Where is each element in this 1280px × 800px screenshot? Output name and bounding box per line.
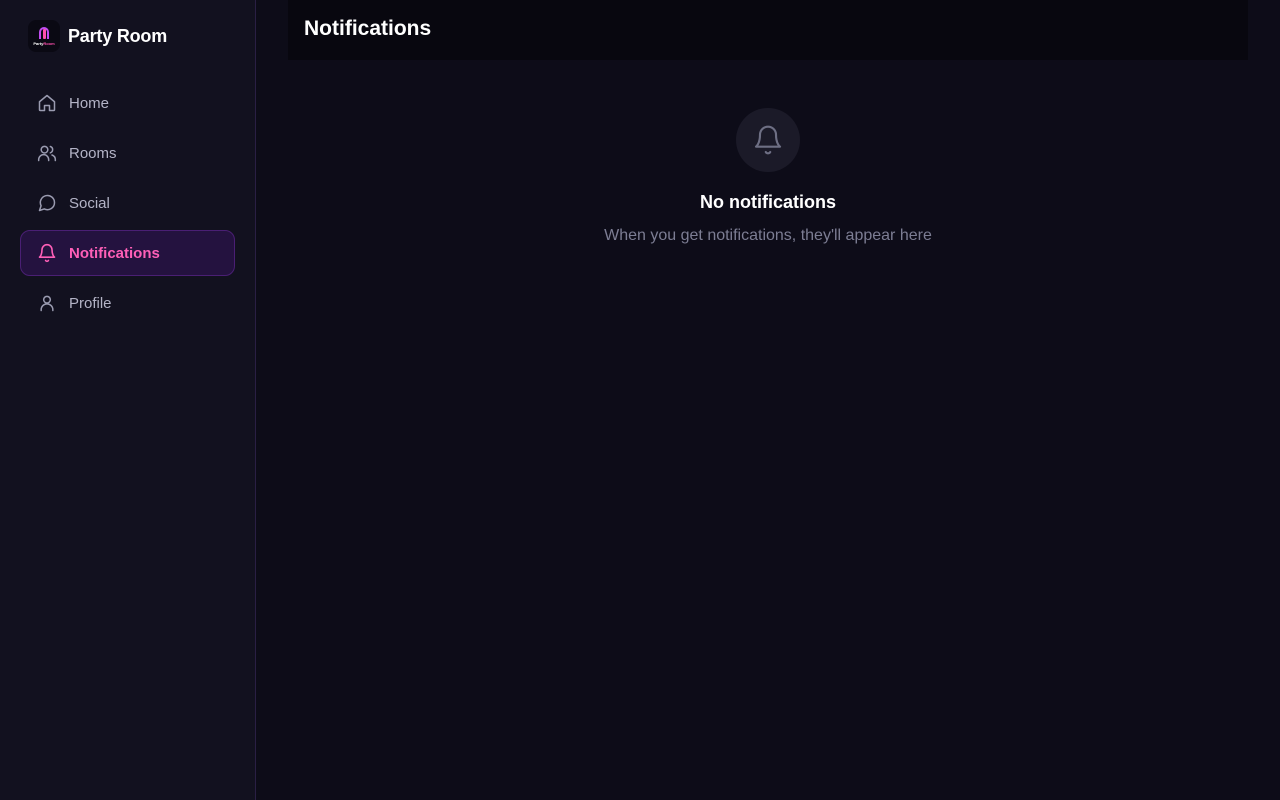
page-header: Notifications xyxy=(288,0,1248,60)
sidebar-item-label: Social xyxy=(69,194,110,212)
empty-state-icon-circle xyxy=(736,108,800,172)
home-icon xyxy=(38,94,56,112)
user-icon xyxy=(40,295,54,312)
page-title: Notifications xyxy=(304,17,432,40)
app-logo: PartyRoom xyxy=(28,20,60,52)
brand[interactable]: PartyRoom Party Room xyxy=(28,20,167,52)
bell-icon xyxy=(38,243,56,263)
sidebar-item-label: Rooms xyxy=(69,144,117,162)
sidebar-nav: Home Rooms Social Notifications Profile xyxy=(20,80,235,330)
chat-icon xyxy=(38,194,56,212)
empty-state-title: No notifications xyxy=(700,192,836,212)
sidebar-item-label: Profile xyxy=(69,294,112,312)
sidebar-item-home[interactable]: Home xyxy=(20,80,235,126)
app-name: Party Room xyxy=(68,25,168,46)
sidebar-item-profile[interactable]: Profile xyxy=(20,280,235,326)
sidebar-item-label: Home xyxy=(69,94,110,112)
sidebar-item-rooms[interactable]: Rooms xyxy=(20,130,235,176)
bell-icon xyxy=(754,125,782,155)
sidebar-item-label: Notifications xyxy=(69,244,160,262)
empty-state: No notifications When you get notificati… xyxy=(288,108,1248,245)
users-icon xyxy=(37,145,57,162)
sidebar-item-social[interactable]: Social xyxy=(20,180,235,226)
empty-state-description: When you get notifications, they'll appe… xyxy=(604,227,932,244)
sidebar: PartyRoom Party Room Home Rooms Social N… xyxy=(0,0,256,800)
sidebar-item-notifications[interactable]: Notifications xyxy=(20,230,235,276)
